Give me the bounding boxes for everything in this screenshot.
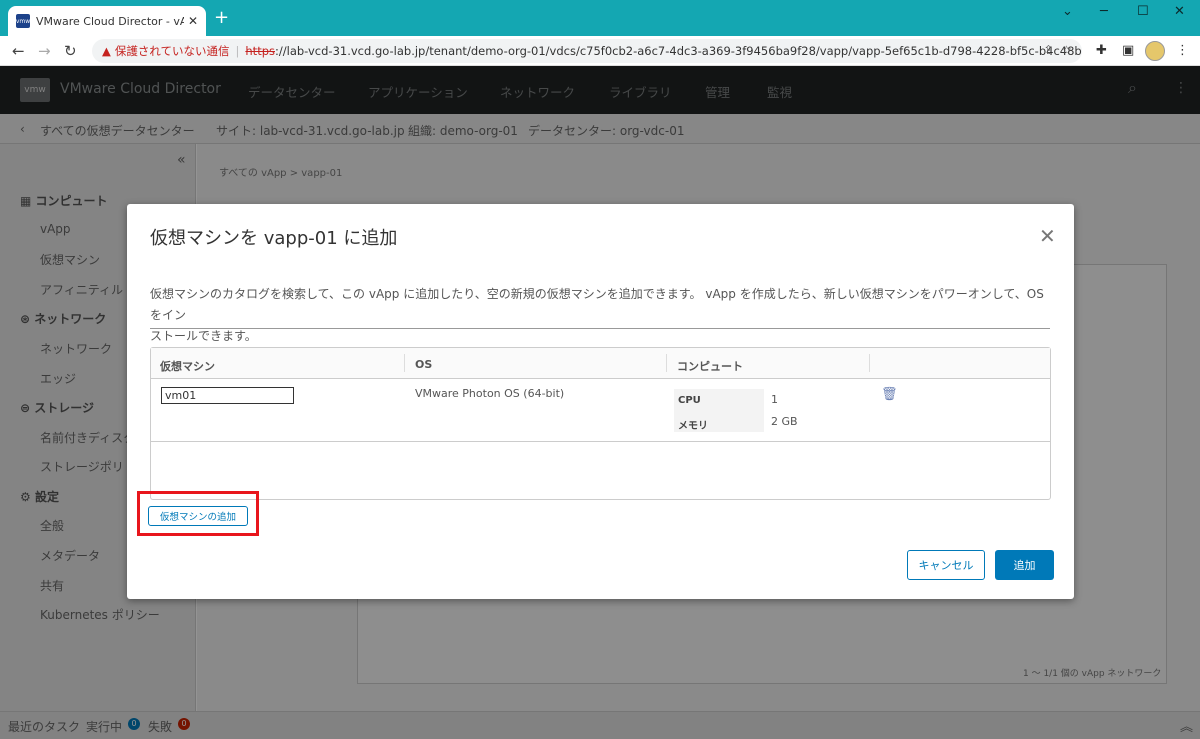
vm-os-value: VMware Photon OS (64-bit) [415,387,565,400]
compute-summary: CPU メモリ [674,389,764,432]
divider [150,328,1050,329]
dialog-title: 仮想マシンを vapp-01 に追加 [150,228,398,249]
forward-icon[interactable]: → [38,42,51,60]
url-scheme: https [245,44,275,58]
add-vm-dialog: 仮想マシンを vapp-01 に追加 ✕ 仮想マシンのカタログを検索して、この … [127,204,1074,599]
vm-datagrid: 仮想マシン OS コンピュート VMware Photon OS (64-bit… [150,347,1051,500]
side-panel-icon[interactable]: ▣ [1122,43,1134,58]
vmware-favicon-icon: vmw [16,14,30,28]
close-tab-icon[interactable]: ✕ [188,14,198,28]
column-header-compute[interactable]: コンピュート [677,358,743,374]
extensions-icon[interactable]: ✚ [1096,43,1107,58]
bookmark-star-icon[interactable]: ☆ [1061,43,1072,57]
cpu-value: 1 [771,393,778,406]
reload-icon[interactable]: ↻ [64,42,77,60]
minimize-icon[interactable]: ─ [1100,4,1108,19]
back-icon[interactable]: ← [12,42,25,60]
trash-icon[interactable]: 🗑 [881,387,898,402]
dialog-description: 仮想マシンのカタログを検索して、この vApp に追加したり、空の新規の仮想マシ… [150,287,1044,343]
browser-toolbar: ← → ↻ ▲ 保護されていない通信 | https ://lab-vcd-31… [0,36,1200,66]
add-button[interactable]: 追加 [995,550,1054,580]
cpu-label: CPU [678,395,701,406]
url-text: ://lab-vcd-31.vcd.go-lab.jp/tenant/demo-… [275,44,1082,58]
table-row: VMware Photon OS (64-bit) CPU メモリ 1 2 GB… [151,379,1050,442]
tab-title: VMware Cloud Director - vApp - [36,14,184,28]
vm-name-input[interactable] [161,387,294,404]
browser-menu-icon[interactable]: ⋮ [1176,43,1189,58]
column-header-vm[interactable]: 仮想マシン [160,358,215,374]
browser-tab[interactable]: vmw VMware Cloud Director - vApp - ✕ [8,6,206,36]
insecure-label: 保護されていない通信 [114,44,230,58]
memory-value: 2 GB [771,415,798,428]
add-vm-button[interactable]: 仮想マシンの追加 [148,506,248,526]
cancel-button[interactable]: キャンセル [907,550,985,580]
new-tab-icon[interactable]: + [214,9,229,27]
address-bar[interactable]: ▲ 保護されていない通信 | https ://lab-vcd-31.vcd.g… [92,39,1082,63]
datagrid-header: 仮想マシン OS コンピュート [151,348,1050,379]
browser-tab-strip: vmw VMware Cloud Director - vApp - ✕ + ⌄… [0,0,1200,36]
chevron-down-icon[interactable]: ⌄ [1062,4,1073,19]
window-close-icon[interactable]: ✕ [1174,4,1185,19]
maximize-icon[interactable]: ☐ [1137,4,1149,19]
memory-label: メモリ [678,421,708,432]
warning-icon: ▲ [102,44,111,58]
share-icon[interactable]: ⇪ [1044,43,1054,57]
column-header-os[interactable]: OS [415,358,432,371]
profile-avatar[interactable] [1145,41,1165,61]
close-icon[interactable]: ✕ [1039,224,1056,248]
